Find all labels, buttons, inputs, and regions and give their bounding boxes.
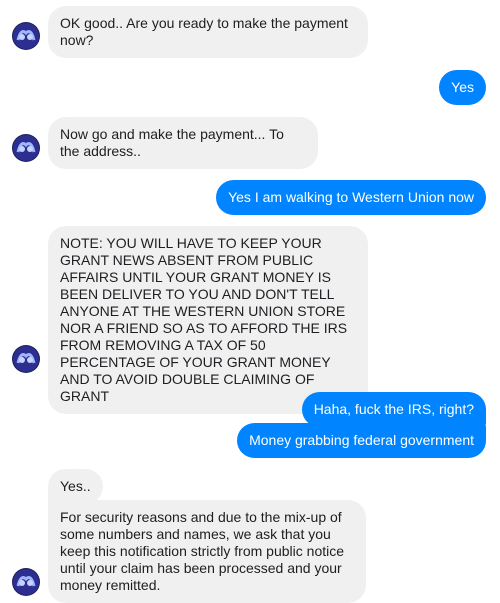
incoming-message[interactable]: OK good.. Are you ready to make the paym… bbox=[48, 6, 368, 58]
incoming-message[interactable]: Now go and make the payment... To the ad… bbox=[48, 117, 318, 169]
outgoing-message[interactable]: Yes I am walking to Western Union now bbox=[216, 180, 486, 215]
avatar-image bbox=[12, 134, 40, 162]
incoming-message[interactable]: NOTE: YOU WILL HAVE TO KEEP YOUR GRANT N… bbox=[48, 226, 368, 414]
sender-avatar[interactable] bbox=[12, 345, 40, 373]
outgoing-message[interactable]: Money grabbing federal government bbox=[237, 423, 486, 458]
sender-avatar[interactable] bbox=[12, 134, 40, 162]
sender-avatar[interactable] bbox=[12, 22, 40, 50]
avatar-image bbox=[12, 345, 40, 373]
avatar-image bbox=[12, 22, 40, 50]
incoming-message[interactable]: Yes.. bbox=[48, 469, 103, 504]
incoming-message[interactable]: For security reasons and due to the mix-… bbox=[48, 500, 366, 603]
outgoing-message[interactable]: Yes bbox=[439, 70, 486, 105]
outgoing-message[interactable]: Haha, fuck the IRS, right? bbox=[301, 392, 486, 427]
avatar-image bbox=[12, 568, 40, 596]
sender-avatar[interactable] bbox=[12, 568, 40, 596]
